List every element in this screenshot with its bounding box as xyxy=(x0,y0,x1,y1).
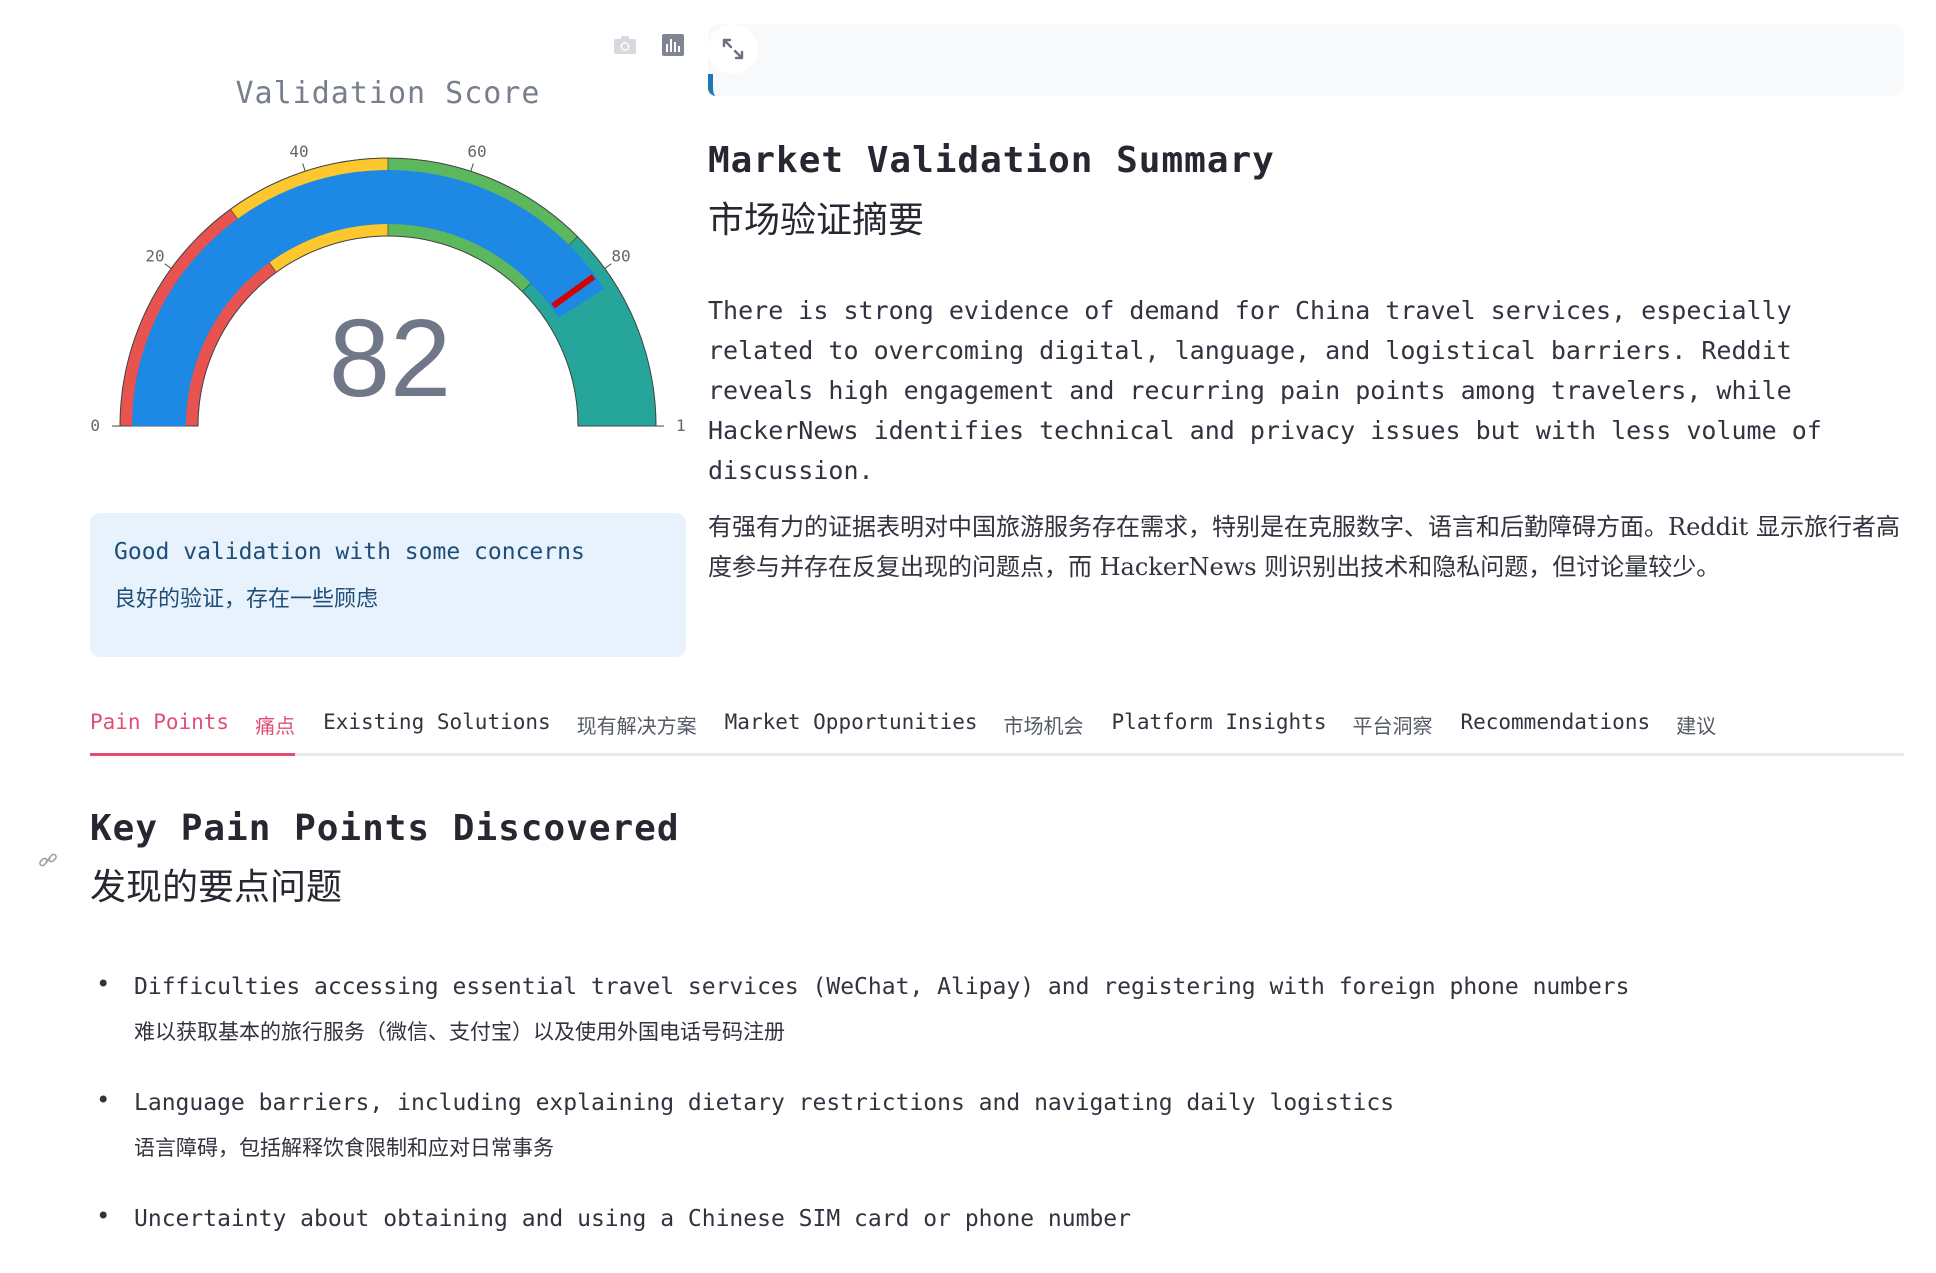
pain-point-en: Difficulties accessing essential travel … xyxy=(134,974,1630,1000)
summary-title-en: Market Validation Summary xyxy=(708,140,1275,181)
list-item: Uncertainty about obtaining and using a … xyxy=(90,1202,1890,1236)
tab-label-cn: 现有解决方案 xyxy=(576,714,697,738)
chart-toolbar xyxy=(612,32,686,58)
gauge-tick xyxy=(164,263,172,269)
camera-icon[interactable] xyxy=(612,32,638,58)
tab-label-en: Pain Points xyxy=(90,710,230,734)
gauge-tick-label: 60 xyxy=(467,142,486,161)
gauge-tick-label: 100 xyxy=(676,416,686,435)
collapsed-block xyxy=(708,24,1904,96)
gauge-tick xyxy=(470,163,474,172)
gauge-panel: Validation Score 0 20 40 60 80 100 82 xyxy=(90,20,686,490)
verdict-box: Good validation with some concerns 良好的验证… xyxy=(90,513,686,657)
anchor-link-icon[interactable] xyxy=(38,850,58,874)
summary-body-en: There is strong evidence of demand for C… xyxy=(708,296,1822,485)
tab-label-en: Existing Solutions xyxy=(323,710,551,734)
verdict-text-cn: 良好的验证，存在一些顾虑 xyxy=(114,587,379,612)
block-accent xyxy=(708,74,716,96)
gauge-tick-label: 80 xyxy=(611,247,630,266)
verdict-text-en: Good validation with some concerns xyxy=(114,539,585,565)
summary-title-cn: 市场验证摘要 xyxy=(708,200,925,241)
pain-point-en: Language barriers, including explaining … xyxy=(134,1090,1395,1116)
pain-point-en: Uncertainty about obtaining and using a … xyxy=(134,1206,1131,1232)
gauge-chart: 0 20 40 60 80 100 82 xyxy=(90,142,686,435)
tab-label-en: Platform Insights xyxy=(1111,710,1327,734)
summary-section: Market Validation Summary 市场验证摘要 There i… xyxy=(708,140,1908,587)
tab-market-opportunities[interactable]: Market Opportunities 市场机会 xyxy=(725,710,1084,753)
pain-section-title-en: Key Pain Points Discovered xyxy=(90,808,680,849)
tab-label-cn: 建议 xyxy=(1676,714,1717,738)
tab-platform-insights[interactable]: Platform Insights 平台洞察 xyxy=(1112,710,1433,753)
tab-bar: Pain Points 痛点 Existing Solutions 现有解决方案… xyxy=(90,710,1904,756)
gauge-tick-label: 40 xyxy=(289,142,308,161)
tab-label-cn: 市场机会 xyxy=(1003,714,1084,738)
gauge-tick-label: 0 xyxy=(90,416,100,435)
tab-pain-points[interactable]: Pain Points 痛点 xyxy=(90,710,296,756)
gauge-tick-label: 20 xyxy=(145,247,164,266)
tab-label-en: Recommendations xyxy=(1460,710,1651,734)
tab-label-cn: 平台洞察 xyxy=(1352,714,1433,738)
expand-icon xyxy=(722,38,744,60)
fullscreen-button[interactable] xyxy=(708,24,758,74)
summary-body-cn: 有强有力的证据表明对中国旅游服务存在需求，特别是在克服数字、语言和后勤障碍方面。… xyxy=(708,513,1900,581)
gauge-title: Validation Score xyxy=(235,76,541,111)
tab-label-cn: 痛点 xyxy=(255,714,296,738)
tab-recommendations[interactable]: Recommendations 建议 xyxy=(1460,710,1716,753)
bar-chart-icon[interactable] xyxy=(660,32,686,58)
list-item: Language barriers, including explaining … xyxy=(90,1086,1890,1162)
tab-label-en: Market Opportunities xyxy=(724,710,978,734)
tab-existing-solutions[interactable]: Existing Solutions 现有解决方案 xyxy=(323,710,697,753)
gauge-tick xyxy=(302,163,306,172)
gauge-value: 82 xyxy=(329,297,451,420)
pain-point-cn: 语言障碍，包括解释饮食限制和应对日常事务 xyxy=(134,1136,554,1160)
list-item: Difficulties accessing essential travel … xyxy=(90,970,1890,1046)
pain-section-title-cn: 发现的要点问题 xyxy=(90,867,343,908)
gauge-tick xyxy=(604,263,612,269)
pain-points-list: Difficulties accessing essential travel … xyxy=(90,970,1890,1273)
pain-point-cn: 难以获取基本的旅行服务（微信、支付宝）以及使用外国电话号码注册 xyxy=(134,1020,785,1044)
